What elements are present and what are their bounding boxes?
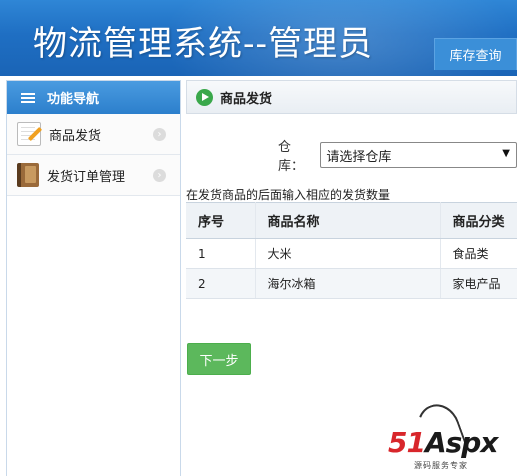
- tab-inventory-query[interactable]: 库存查询: [434, 38, 517, 70]
- watermark-logo-number: 51: [388, 426, 426, 459]
- sidebar-item-label: 商品发货: [49, 128, 102, 144]
- cell-name: 大米: [255, 238, 441, 269]
- column-header-index: 序号: [186, 202, 256, 239]
- table-row: 2 海尔冰箱 家电产品: [186, 268, 517, 299]
- sidebar-item-label: 发货订单管理: [47, 169, 126, 185]
- panel-header: 商品发货: [186, 80, 517, 114]
- instruction-text: 在发货商品的后面输入相应的发货数量: [186, 188, 391, 202]
- app-title: 物流管理系统--管理员: [33, 24, 373, 64]
- cell-name: 海尔冰箱: [255, 268, 441, 299]
- watermark-logo-text: Aspx: [424, 426, 498, 459]
- cell-index: 1: [186, 238, 256, 269]
- pencil-icon: [17, 122, 41, 146]
- column-header-name: 商品名称: [255, 202, 441, 239]
- chevron-right-icon: ›: [153, 169, 166, 182]
- cell-category: 家电产品: [440, 268, 517, 299]
- sidebar-heading: 功能导航: [47, 92, 100, 107]
- app-header: 物流管理系统--管理员 库存查询: [0, 0, 517, 76]
- play-icon: [196, 88, 213, 106]
- warehouse-label: 仓库：: [278, 140, 305, 174]
- goods-table: 序号 商品名称 商品分类 1 大米 食品类 2 海尔冰箱 家电产品: [186, 202, 517, 299]
- chevron-right-icon: ›: [153, 128, 166, 141]
- warehouse-row: 仓库： 请选择仓库 ▼: [278, 136, 517, 174]
- table-row: 1 大米 食品类: [186, 238, 517, 269]
- book-icon: [17, 163, 39, 187]
- page-title: 商品发货: [220, 91, 273, 107]
- watermark-logo: 51Aspx 源码服务专家: [388, 398, 514, 474]
- watermark-wordmark: 51Aspx: [388, 426, 498, 459]
- caret-down-icon: ▼: [502, 148, 510, 159]
- table-header-row: 序号 商品名称 商品分类: [186, 202, 517, 239]
- cell-category: 食品类: [440, 238, 517, 269]
- sidebar-header: 功能导航: [7, 81, 180, 114]
- sidebar-item-shipping-orders[interactable]: 发货订单管理 ›: [7, 155, 180, 196]
- sidebar-item-goods-shipping[interactable]: 商品发货 ›: [7, 114, 180, 155]
- sidebar: 功能导航 商品发货 › 发货订单管理 ›: [6, 80, 181, 476]
- cell-index: 2: [186, 268, 256, 299]
- warehouse-selected-value: 请选择仓库: [326, 149, 392, 165]
- warehouse-select[interactable]: 请选择仓库 ▼: [320, 142, 517, 168]
- watermark-tagline: 源码服务专家: [414, 461, 468, 470]
- next-step-button[interactable]: 下一步: [187, 343, 251, 375]
- menu-icon: [21, 92, 35, 104]
- column-header-category: 商品分类: [440, 202, 517, 239]
